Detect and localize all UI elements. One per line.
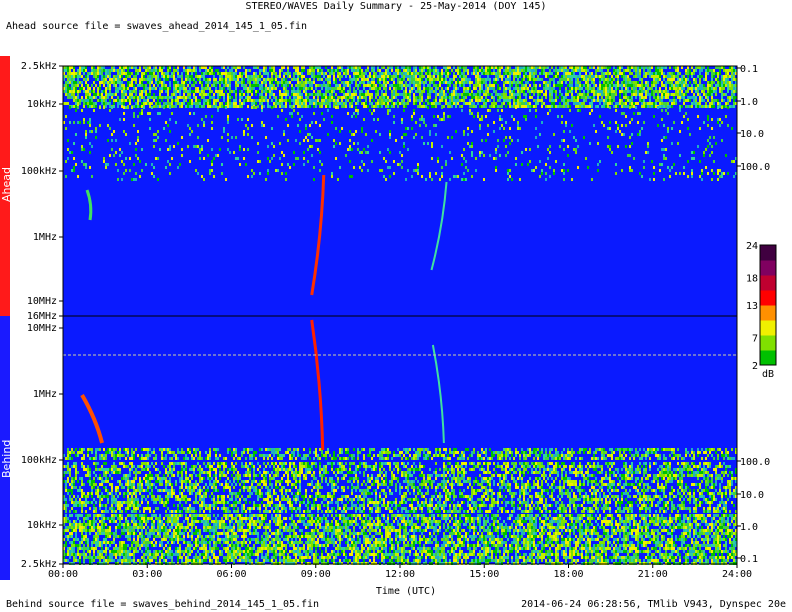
- colorbar-segment: [760, 320, 776, 336]
- x-tick-label: 12:00: [385, 569, 415, 580]
- ahead-right-tick: 10.0: [740, 129, 764, 140]
- x-tick-label: 00:00: [48, 569, 78, 580]
- behind-right-tick: 100.0: [740, 457, 770, 468]
- behind-freq-tick: 10MHz: [27, 323, 57, 334]
- colorbar-tick: 18: [746, 274, 758, 285]
- behind-freq-tick: 10kHz: [27, 520, 57, 531]
- ahead-freq-tick: 10MHz: [27, 296, 57, 307]
- x-tick-label: 18:00: [553, 569, 583, 580]
- behind-freq-tick: 1MHz: [33, 389, 57, 400]
- colorbar-tick: 7: [752, 334, 758, 345]
- footer-info: 2014-06-24 06:28:56, TMlib V943, Dynspec…: [521, 599, 786, 610]
- ahead-right-tick: 100.0: [740, 162, 770, 173]
- x-tick-label: 09:00: [301, 569, 331, 580]
- behind-right-tick: 1.0: [740, 522, 758, 533]
- ahead-freq-tick: 100kHz: [21, 166, 57, 177]
- colorbar-segment: [760, 290, 776, 306]
- behind-freq-tick: 100kHz: [21, 455, 57, 466]
- ahead-right-tick: 0.1: [740, 64, 758, 75]
- colorbar-segment: [760, 350, 776, 366]
- colorbar-segment: [760, 245, 776, 261]
- colorbar-segment: [760, 335, 776, 351]
- colorbar-segment: [760, 305, 776, 321]
- colorbar-unit: dB: [762, 369, 774, 380]
- ahead-right-tick: 1.0: [740, 97, 758, 108]
- ahead-freq-tick: 2.5kHz: [21, 61, 57, 72]
- colorbar-segment: [760, 275, 776, 291]
- behind-right-tick: 10.0: [740, 490, 764, 501]
- behind-source-file: Behind source file = swaves_behind_2014_…: [6, 599, 320, 610]
- colorbar-tick: 13: [746, 301, 758, 312]
- x-tick-label: 03:00: [132, 569, 162, 580]
- ahead-freq-tick: 1MHz: [33, 232, 57, 243]
- x-tick-label: 24:00: [722, 569, 752, 580]
- colorbar-tick: 24: [746, 241, 758, 252]
- behind-right-tick: 0.1: [740, 554, 758, 565]
- colorbar-segment: [760, 260, 776, 276]
- spectrogram-plot: 2.5kHz10kHz100kHz1MHz10MHz16MHz10MHz1MHz…: [21, 61, 777, 580]
- x-tick-label: 06:00: [216, 569, 246, 580]
- colorbar-tick: 2: [752, 361, 758, 372]
- x-tick-label: 15:00: [469, 569, 499, 580]
- ahead-freq-tick: 16MHz: [27, 311, 57, 322]
- x-tick-label: 21:00: [638, 569, 668, 580]
- x-axis-label: Time (UTC): [375, 586, 437, 597]
- ahead-freq-tick: 10kHz: [27, 99, 57, 110]
